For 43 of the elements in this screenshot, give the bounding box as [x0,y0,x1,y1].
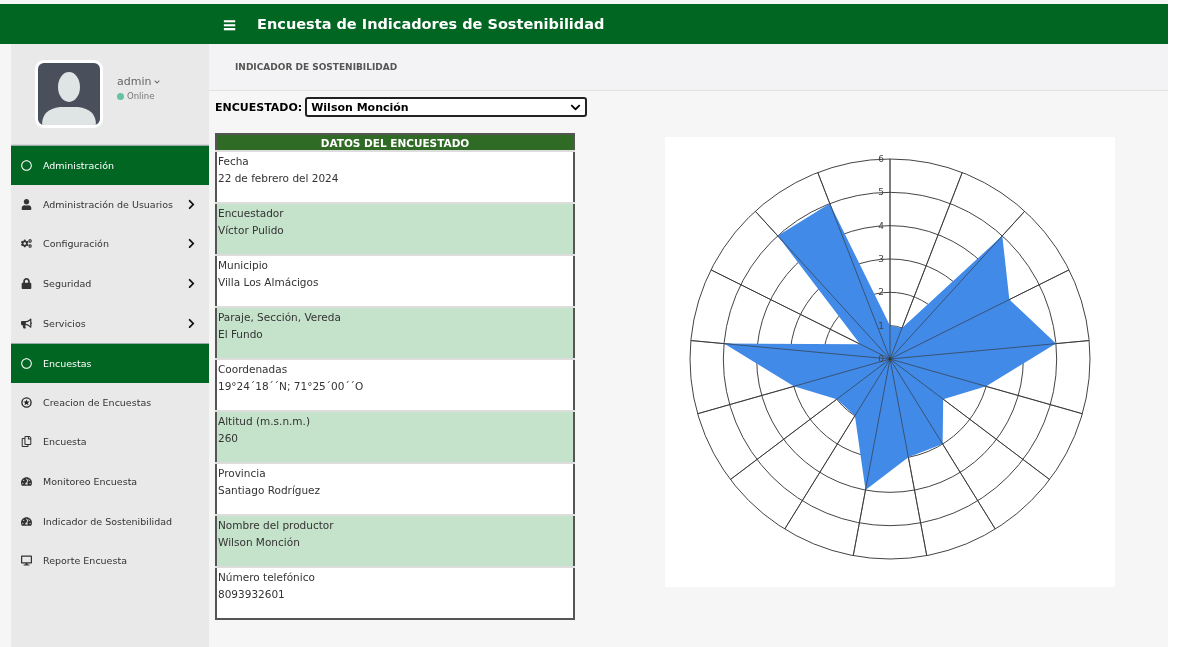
lock-icon [19,278,33,290]
gears-icon [19,238,33,250]
app-title: Encuesta de Indicadores de Sostenibilidad [257,16,605,32]
table-cell: Municipio Villa Los Almácigos [216,255,574,307]
nav-item[interactable]: Indicador de Sostenibilidad [11,501,209,541]
nav-item[interactable]: Configuración [11,224,209,264]
table-cell: Fecha 22 de febrero del 2024 [216,151,574,203]
star-circle-icon [19,396,33,408]
respondent-select[interactable]: Wilson Monción [305,97,588,117]
monitor-icon [19,555,33,567]
nav-section[interactable]: Encuestas [11,342,209,383]
megaphone-icon [19,317,33,329]
field-label: ENCUESTADO: [215,100,303,114]
nav-item[interactable]: Administración de Usuarios [11,184,209,225]
copy-icon [19,436,33,448]
gauge-icon [19,515,33,527]
table-cell: Provincia Santiago Rodríguez [216,463,574,515]
chevron-down-icon [154,78,161,85]
nav-section[interactable]: Administración [11,145,209,185]
user-name[interactable]: admin [117,75,161,88]
nav-item[interactable]: Reporte Encuesta [11,540,209,581]
nav-item[interactable]: Seguridad [11,263,209,304]
status-dot [117,92,124,100]
axis-tick-label: 3 [878,254,884,264]
gauge-icon [19,476,33,488]
nav-item[interactable]: Creacion de Encuestas [11,382,209,423]
table-cell: Paraje, Sección, Vereda El Fundo [216,307,574,359]
table-cell: Número telefónico 8093932601 [216,567,574,619]
table-cell: Encuestador Víctor Pulido [216,203,574,255]
menu-icon[interactable]: ≡ [222,13,238,35]
table-cell: Coordenadas 19°24´18´´N; 71°25´00´´O [216,359,574,411]
nav-item[interactable]: Monitoreo Encuesta [11,461,209,502]
table-cell: Altitud (m.s.n.m.) 260 [216,411,574,463]
axis-tick-label: 0 [878,354,884,364]
table-cell: Nombre del productor Wilson Monción [216,515,574,567]
axis-tick-label: 1 [878,320,884,331]
axis-tick-label: 5 [878,187,884,198]
user-status: Online [127,91,155,101]
nav-item[interactable]: Encuesta [11,422,209,462]
nav-item[interactable]: Servicios [11,303,209,343]
axis-tick-label: 2 [878,287,884,298]
avatar [35,60,103,128]
user-icon [19,198,33,210]
